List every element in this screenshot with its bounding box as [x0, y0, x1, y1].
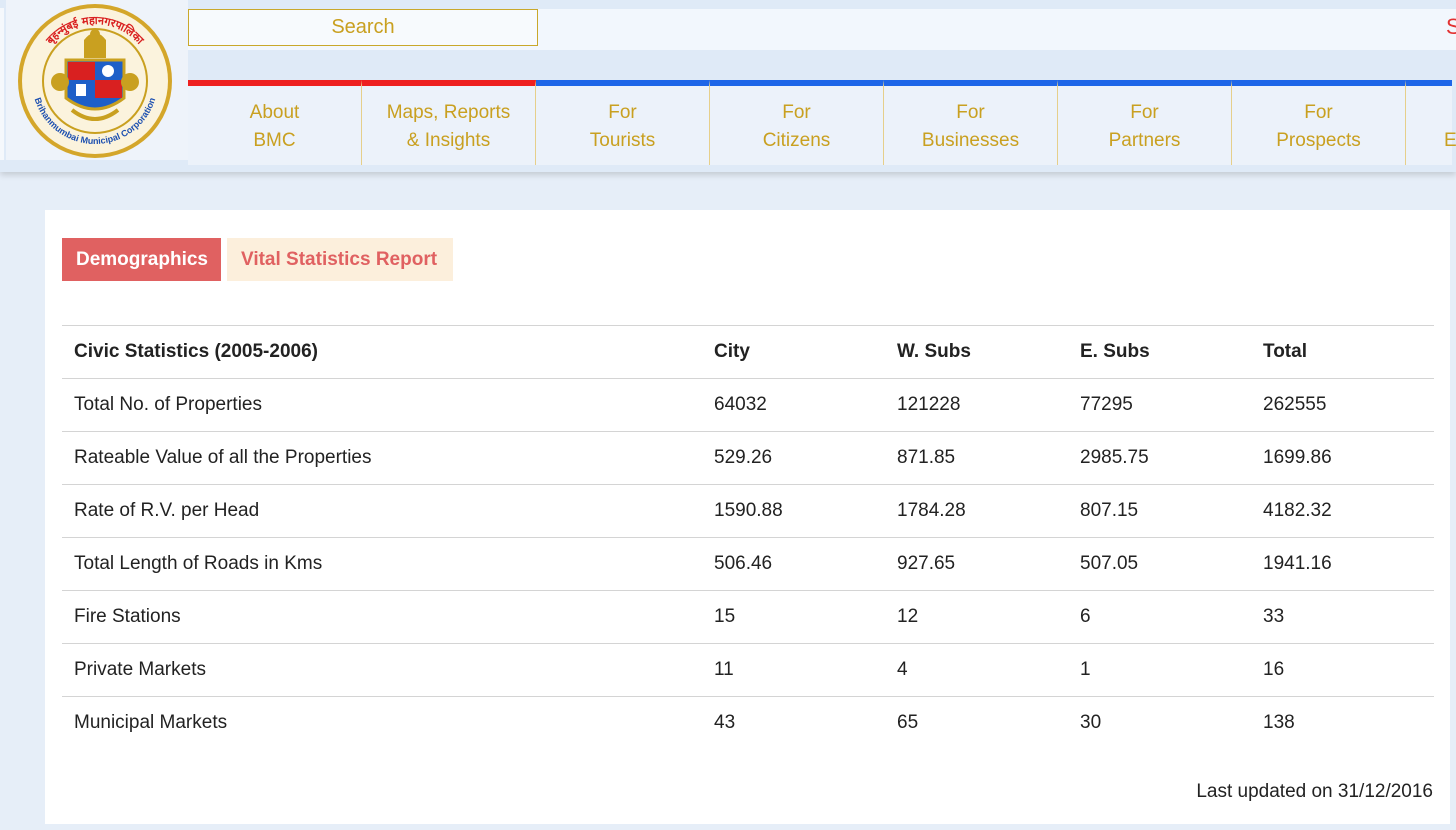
table-cell: Total Length of Roads in Kms: [62, 537, 702, 591]
table-cell: 871.85: [885, 431, 1068, 485]
table-cell: 1: [1068, 643, 1251, 697]
table-cell: 15: [702, 590, 885, 644]
table-cell: 1699.86: [1251, 431, 1434, 485]
column-header: Total: [1251, 325, 1434, 379]
main-nav: About BMC Maps, Reports & Insights For Tour…: [188, 80, 1456, 165]
search-label: Search: [331, 16, 395, 38]
content-panel: Demographics Vital Statistics Report Civ…: [45, 210, 1450, 824]
table-cell: Municipal Markets: [62, 696, 702, 749]
nav-for-businesses[interactable]: For Businesses: [884, 80, 1058, 165]
table-cell: 30: [1068, 696, 1251, 749]
table-cell: 507.05: [1068, 537, 1251, 591]
table-cell: 64032: [702, 378, 885, 432]
site-header: बृहन्मुंबई महानगरपालिका Brihanmumbai Mun…: [0, 0, 1456, 172]
table-row: Municipal Markets 43 65 30 138: [62, 696, 1434, 749]
bmc-logo[interactable]: बृहन्मुंबई महानगरपालिका Brihanmumbai Mun…: [6, 0, 188, 160]
table-row: Total No. of Properties 64032 121228 772…: [62, 378, 1434, 432]
tab-demographics[interactable]: Demographics: [62, 238, 221, 281]
header-edge: [0, 8, 4, 160]
table-cell: Rateable Value of all the Properties: [62, 431, 702, 485]
table-cell: 16: [1251, 643, 1434, 697]
column-header: E. Subs: [1068, 325, 1251, 379]
table-cell: 33: [1251, 590, 1434, 644]
table-cell: 121228: [885, 378, 1068, 432]
table-cell: Fire Stations: [62, 590, 702, 644]
last-updated-text: Last updated on 31/12/2016: [1196, 781, 1433, 802]
table-cell: Total No. of Properties: [62, 378, 702, 432]
table-cell: 529.26: [702, 431, 885, 485]
nav-about-bmc[interactable]: About BMC: [188, 80, 362, 165]
table-cell: Private Markets: [62, 643, 702, 697]
table-row: Rate of R.V. per Head 1590.88 1784.28 80…: [62, 484, 1434, 538]
column-header: City: [702, 325, 885, 379]
table-cell: 77295: [1068, 378, 1251, 432]
nav-for-citizens[interactable]: For Citizens: [710, 80, 884, 165]
nav-for-partners[interactable]: For Partners: [1058, 80, 1232, 165]
table-cell: Rate of R.V. per Head: [62, 484, 702, 538]
civic-statistics-table: Civic Statistics (2005-2006) City W. Sub…: [62, 325, 1434, 749]
table-cell: 1941.16: [1251, 537, 1434, 591]
table-cell: 4182.32: [1251, 484, 1434, 538]
table-cell: 262555: [1251, 378, 1434, 432]
table-cell: 807.15: [1068, 484, 1251, 538]
table-row: Fire Stations 15 12 6 33: [62, 590, 1434, 644]
nav-item-cut-off[interactable]: E: [1406, 80, 1456, 165]
column-header: W. Subs: [885, 325, 1068, 379]
tab-vital-statistics-report[interactable]: Vital Statistics Report: [227, 238, 453, 281]
table-cell: 1590.88: [702, 484, 885, 538]
column-header: Civic Statistics (2005-2006): [62, 325, 702, 379]
nav-maps-reports-insights[interactable]: Maps, Reports & Insights: [362, 80, 536, 165]
bmc-seal-icon: बृहन्मुंबई महानगरपालिका Brihanmumbai Mun…: [18, 4, 172, 158]
table-row: Private Markets 11 4 1 16: [62, 643, 1434, 697]
table-cell: 927.65: [885, 537, 1068, 591]
report-tabs: Demographics Vital Statistics Report: [62, 238, 453, 281]
table-cell: 65: [885, 696, 1068, 749]
search-input[interactable]: Search: [188, 9, 538, 46]
table-cell: 43: [702, 696, 885, 749]
nav-for-tourists[interactable]: For Tourists: [536, 80, 710, 165]
table-cell: 2985.75: [1068, 431, 1251, 485]
table-cell: 6: [1068, 590, 1251, 644]
table-cell: 138: [1251, 696, 1434, 749]
nav-for-prospects[interactable]: For Prospects: [1232, 80, 1406, 165]
table-cell: 12: [885, 590, 1068, 644]
table-cell: 4: [885, 643, 1068, 697]
table-header-row: Civic Statistics (2005-2006) City W. Sub…: [62, 325, 1434, 379]
table-cell: 11: [702, 643, 885, 697]
table-row: Total Length of Roads in Kms 506.46 927.…: [62, 537, 1434, 591]
table-cell: 1784.28: [885, 484, 1068, 538]
table-cell: 506.46: [702, 537, 885, 591]
header-edge-text: S: [1446, 14, 1456, 39]
table-row: Rateable Value of all the Properties 529…: [62, 431, 1434, 485]
